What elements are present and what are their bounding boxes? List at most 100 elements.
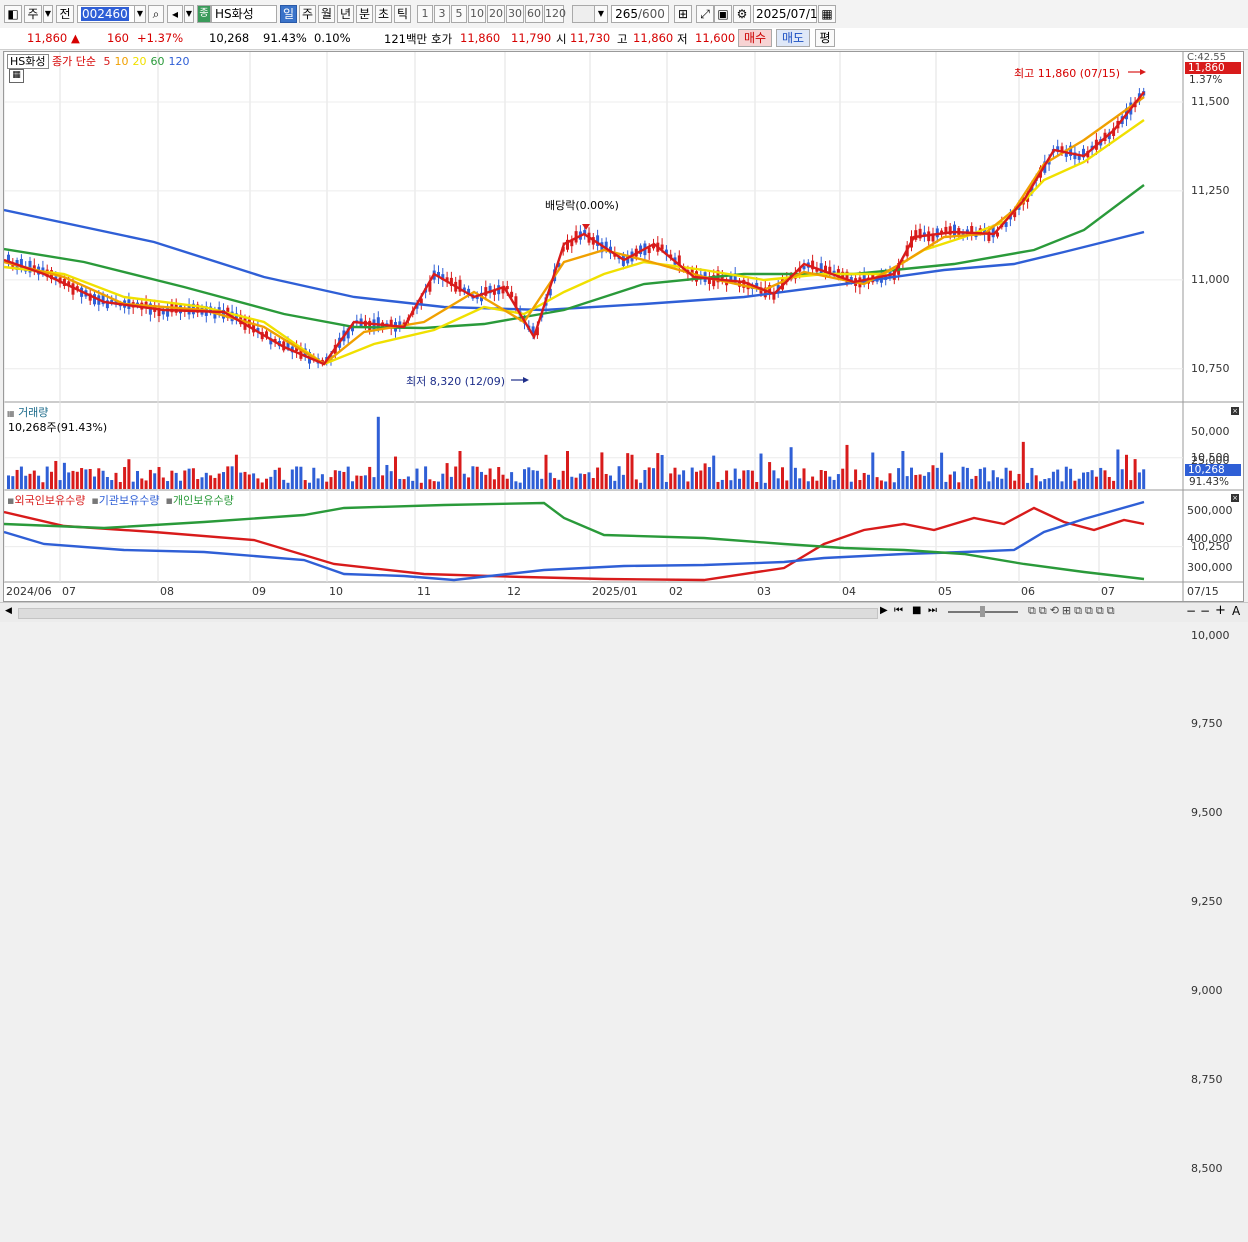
volume-bar (531, 470, 535, 489)
volume-bar (888, 473, 892, 489)
forward-icon[interactable]: ⏭ (928, 605, 937, 616)
volume-bar (1099, 467, 1103, 489)
stop-icon[interactable]: ■ (912, 605, 921, 616)
holding-close-icon[interactable]: × (1231, 494, 1239, 502)
view-tools-icons[interactable]: ⧉⧉⟲⊞⧉⧉⧉⧉ (1028, 604, 1118, 618)
volume-bar (712, 455, 716, 489)
window-menu-icon[interactable]: ◧ (4, 5, 22, 23)
volume-bar (974, 475, 978, 489)
period-select[interactable]: 주 (24, 5, 42, 23)
volume-bar (127, 459, 131, 489)
scrollbar-track[interactable] (18, 608, 878, 619)
settings-icon[interactable]: ⚙ (733, 5, 751, 23)
price-y-tick: 9,250 (1191, 895, 1223, 909)
scroll-right-icon[interactable]: ▶ (880, 605, 888, 616)
interval-button-0[interactable]: 1 (417, 5, 433, 23)
sell-button[interactable]: 매도 (776, 29, 810, 47)
interval-button-4[interactable]: 20 (487, 5, 505, 23)
x-axis-label: 12 (507, 585, 521, 598)
scroll-left-icon[interactable]: ◀ (5, 606, 12, 616)
volume-bar (553, 478, 557, 489)
price-tag: 11,860 (1185, 62, 1241, 74)
holding-y-tick: 400,000 (1187, 532, 1233, 546)
interval-button-5[interactable]: 30 (506, 5, 524, 23)
volume-bar (497, 467, 501, 489)
speaker-dropdown-icon[interactable]: ▼ (184, 5, 194, 23)
volume-bar (75, 471, 79, 489)
volume-bar (677, 474, 681, 489)
volume-bar (527, 467, 531, 489)
period-button-6[interactable]: 틱 (394, 5, 411, 23)
evaluate-button[interactable]: 평 (815, 29, 835, 47)
zoom-in-icon[interactable]: + (1215, 603, 1226, 618)
chart-canvas[interactable] (4, 52, 1243, 601)
volume-bar (561, 470, 565, 489)
save-icon[interactable]: ▣ (714, 5, 732, 23)
volume-bar (58, 480, 62, 489)
candle-body (996, 232, 999, 237)
interval-button-7[interactable]: 120 (544, 5, 566, 23)
period-button-2[interactable]: 월 (318, 5, 335, 23)
font-size-icon[interactable]: A (1232, 604, 1240, 618)
period-button-3[interactable]: 년 (337, 5, 354, 23)
data-count-field[interactable]: 265/600 (611, 5, 669, 23)
interval-dropdown-icon[interactable]: ▼ (594, 5, 608, 23)
volume-bar (630, 454, 634, 489)
zoom-slider-handle[interactable] (980, 606, 985, 617)
volume-bar (101, 470, 105, 489)
volume-bar (247, 474, 251, 489)
speaker-icon[interactable]: ◂ (167, 5, 183, 23)
stock-name-field[interactable]: HS화성 (211, 5, 277, 23)
volume-bar (131, 481, 135, 489)
volume-bar (785, 480, 789, 489)
x-axis-label: 09 (252, 585, 266, 598)
prev-button[interactable]: 전 (56, 5, 74, 23)
interval-button-3[interactable]: 10 (468, 5, 486, 23)
calendar-icon[interactable]: ▦ (818, 5, 836, 23)
interval-button-2[interactable]: 5 (451, 5, 467, 23)
volume-bar (591, 478, 595, 489)
volume-bar (148, 469, 152, 489)
volume-bar (1030, 467, 1034, 489)
volume-bar (802, 468, 806, 489)
volume-bar (901, 451, 905, 489)
volume-bar (7, 475, 10, 489)
x-axis-label: 10 (329, 585, 343, 598)
volume-bar (673, 467, 677, 489)
period-button-5[interactable]: 초 (375, 5, 392, 23)
volume-bar (940, 452, 944, 489)
x-axis-label: 07 (62, 585, 76, 598)
volume-bar (862, 472, 866, 489)
period-button-4[interactable]: 분 (356, 5, 373, 23)
x-axis-label: 2025/01 (592, 585, 638, 598)
chart-area[interactable]: HS화성 종가 단순 5 10 20 60 120 ▦ 최고 11,860 (07/15… (3, 51, 1244, 1175)
draw-tool-icon[interactable]: ⤢ (696, 5, 714, 23)
volume-bar (996, 477, 999, 489)
period-button-1[interactable]: 주 (299, 5, 316, 23)
period-dropdown-icon[interactable]: ▼ (43, 5, 53, 23)
rewind-icon[interactable]: ⏮ (894, 605, 903, 616)
grid-toggle-icon[interactable]: ▦ (9, 69, 24, 83)
volume-bar (376, 416, 380, 489)
period-button-0[interactable]: 일 (280, 5, 297, 23)
volume-close-icon[interactable]: × (1231, 407, 1239, 415)
date-field[interactable]: 2025/07/15 (753, 5, 825, 23)
dividend-annotation: 배당락(0.00%) (545, 199, 619, 212)
volume-bar (570, 476, 574, 489)
chart-type-icon[interactable]: ⊞ (674, 5, 692, 23)
volume-bar (32, 470, 36, 489)
dash-icon[interactable]: − (1200, 604, 1210, 618)
volume-bar (475, 466, 479, 489)
volume-bar (372, 477, 376, 489)
panel-stock-name[interactable]: HS화성 (7, 54, 49, 69)
interval-button-1[interactable]: 3 (434, 5, 450, 23)
zoom-out-icon[interactable]: − (1186, 604, 1196, 618)
interval-button-6[interactable]: 60 (525, 5, 543, 23)
volume-bar (174, 472, 178, 489)
code-dropdown-icon[interactable]: ▼ (134, 5, 146, 23)
buy-button[interactable]: 매수 (738, 29, 772, 47)
volume-bar (1129, 480, 1133, 489)
search-icon[interactable]: ⌕ (148, 5, 164, 23)
stock-code-input[interactable]: 002460 (77, 5, 135, 23)
volume-subtitle: 10,268주(91.43%) (8, 421, 108, 434)
